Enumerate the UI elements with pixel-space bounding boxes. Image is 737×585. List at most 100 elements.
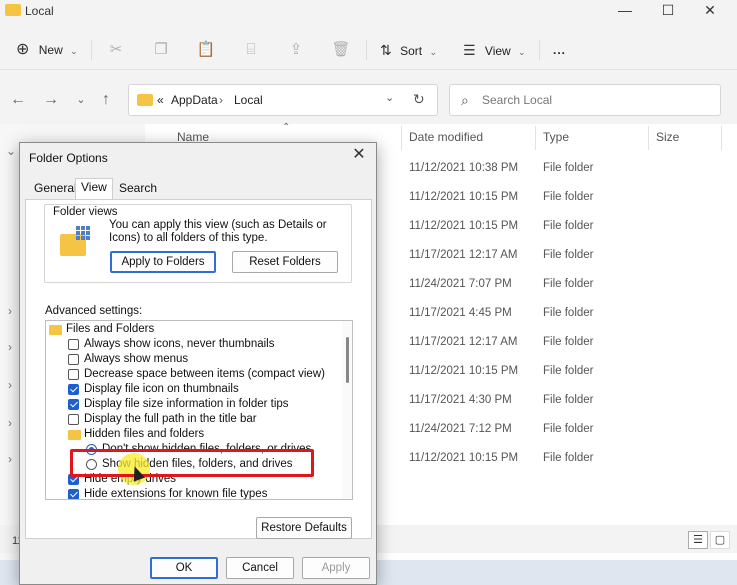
restore-defaults-button[interactable]: Restore Defaults <box>256 517 352 539</box>
checkbox-checked[interactable] <box>68 399 79 410</box>
back-arrow-icon[interactable]: ← <box>8 90 28 110</box>
settings-scrollbar[interactable] <box>342 321 352 499</box>
row-date: 11/24/2021 7:07 PM <box>409 278 512 290</box>
row-date: 11/12/2021 10:15 PM <box>409 365 519 377</box>
checkbox-checked[interactable] <box>68 384 79 395</box>
setting-label: Always show menus <box>84 353 189 365</box>
checkbox[interactable] <box>68 354 79 365</box>
forward-arrow-icon[interactable]: → <box>41 90 61 110</box>
expand-chevron-icon[interactable]: › <box>8 340 12 354</box>
table-row[interactable]: 11/12/2021 10:15 PM File folder <box>400 445 720 474</box>
column-divider <box>648 126 649 150</box>
new-button[interactable]: ⊕ New ⌄ <box>16 38 78 62</box>
setting-display-full-path[interactable]: Display the full path in the title bar <box>46 412 336 427</box>
breadcrumb-local[interactable]: Local <box>234 93 263 107</box>
scrollbar-thumb[interactable] <box>346 337 349 383</box>
folder-icon <box>137 94 153 106</box>
search-input[interactable] <box>482 91 712 109</box>
share-icon[interactable]: ⇪ <box>285 38 307 62</box>
expand-chevron-icon[interactable]: ⌄ <box>6 144 16 158</box>
copy-icon[interactable]: ❐ <box>150 38 172 62</box>
checkbox[interactable] <box>68 339 79 350</box>
row-date: 11/17/2021 4:45 PM <box>409 307 512 319</box>
up-arrow-icon[interactable]: ↑ <box>96 90 116 110</box>
maximize-icon[interactable]: ☐ <box>648 0 688 22</box>
settings-group: Hidden files and folders <box>46 427 336 442</box>
row-date: 11/12/2021 10:15 PM <box>409 220 519 232</box>
chevron-down-icon[interactable]: ⌄ <box>385 91 394 104</box>
delete-icon[interactable]: 🗑 <box>330 38 352 62</box>
ok-button[interactable]: OK <box>150 557 218 579</box>
table-row[interactable]: 11/17/2021 12:17 AM File folder <box>400 242 720 271</box>
table-row[interactable]: 11/12/2021 10:15 PM File folder <box>400 358 720 387</box>
search-icon: ⌕ <box>461 92 469 108</box>
recent-chevron-icon[interactable]: ⌄ <box>71 90 91 110</box>
setting-label: Always show icons, never thumbnails <box>84 338 275 350</box>
table-row[interactable]: 11/12/2021 10:15 PM File folder <box>400 184 720 213</box>
breadcrumb-appdata[interactable]: AppData <box>171 93 218 107</box>
tab-search[interactable]: Search <box>114 180 162 198</box>
rename-icon[interactable]: ⌸ <box>240 38 262 62</box>
setting-display-file-icon[interactable]: Display file icon on thumbnails <box>46 382 336 397</box>
tab-general[interactable]: General <box>29 180 82 198</box>
setting-label: Files and Folders <box>66 323 155 335</box>
table-row[interactable]: 11/17/2021 4:45 PM File folder <box>400 300 720 329</box>
setting-label: Display file size information in folder … <box>84 398 289 410</box>
tiles-view-icon[interactable]: ▢ <box>710 531 730 549</box>
cancel-button[interactable]: Cancel <box>226 557 294 579</box>
checkbox[interactable] <box>68 369 79 380</box>
apply-button[interactable]: Apply <box>302 557 370 579</box>
table-row[interactable]: 11/12/2021 10:38 PM File folder <box>400 155 720 184</box>
column-divider <box>721 126 722 150</box>
table-row[interactable]: 11/24/2021 7:07 PM File folder <box>400 271 720 300</box>
toolbar-divider <box>539 40 540 60</box>
setting-hide-extensions[interactable]: Hide extensions for known file types <box>46 487 336 499</box>
checkbox-checked[interactable] <box>68 489 79 499</box>
folder-icon <box>49 325 62 335</box>
settings-group: Files and Folders <box>46 322 336 337</box>
row-type: File folder <box>543 191 594 203</box>
setting-always-show-icons[interactable]: Always show icons, never thumbnails <box>46 337 336 352</box>
dialog-close-icon[interactable]: ✕ <box>350 146 368 164</box>
cut-icon[interactable]: ✂ <box>105 38 127 62</box>
table-row[interactable]: 11/17/2021 4:30 PM File folder <box>400 387 720 416</box>
setting-decrease-space[interactable]: Decrease space between items (compact vi… <box>46 367 336 382</box>
setting-always-show-menus[interactable]: Always show menus <box>46 352 336 367</box>
apply-to-folders-button[interactable]: Apply to Folders <box>110 251 216 273</box>
paste-icon[interactable]: 📋 <box>195 38 217 62</box>
folder-icon <box>5 4 21 16</box>
address-bar[interactable]: « AppData › Local ⌄ ↻ <box>128 84 438 116</box>
sort-button[interactable]: ⇅ Sort ⌄ <box>380 38 437 62</box>
tab-view[interactable]: View <box>75 178 113 200</box>
advanced-settings-label: Advanced settings: <box>45 305 143 317</box>
breadcrumb-separator-icon: › <box>219 93 223 107</box>
window-title: Local <box>25 4 54 18</box>
annotation-highlight-box <box>70 449 314 477</box>
column-header-size[interactable]: Size <box>656 130 679 144</box>
refresh-icon[interactable]: ↻ <box>413 91 425 108</box>
minimize-icon[interactable]: — <box>605 0 645 22</box>
expand-chevron-icon[interactable]: › <box>8 452 12 466</box>
row-type: File folder <box>543 220 594 232</box>
checkbox[interactable] <box>68 414 79 425</box>
table-row[interactable]: 11/12/2021 10:15 PM File folder <box>400 213 720 242</box>
view-button[interactable]: ☰ View ⌄ <box>463 38 526 62</box>
table-row[interactable]: 11/24/2021 7:12 PM File folder <box>400 416 720 445</box>
row-type: File folder <box>543 307 594 319</box>
column-header-type[interactable]: Type <box>543 130 569 144</box>
row-type: File folder <box>543 365 594 377</box>
expand-chevron-icon[interactable]: › <box>8 304 12 318</box>
row-type: File folder <box>543 249 594 261</box>
reset-folders-button[interactable]: Reset Folders <box>232 251 338 273</box>
search-box[interactable]: ⌕ <box>449 84 721 116</box>
table-row[interactable]: 11/17/2021 12:17 AM File folder <box>400 329 720 358</box>
column-header-date[interactable]: Date modified <box>409 130 483 144</box>
close-icon[interactable]: ✕ <box>690 0 730 22</box>
setting-display-file-size[interactable]: Display file size information in folder … <box>46 397 336 412</box>
expand-chevron-icon[interactable]: › <box>8 416 12 430</box>
details-view-icon[interactable]: ☰ <box>688 531 708 549</box>
more-options-icon[interactable]: ... <box>553 38 566 62</box>
expand-chevron-icon[interactable]: › <box>8 378 12 392</box>
row-type: File folder <box>543 162 594 174</box>
folder-views-label: Folder views <box>50 206 121 218</box>
